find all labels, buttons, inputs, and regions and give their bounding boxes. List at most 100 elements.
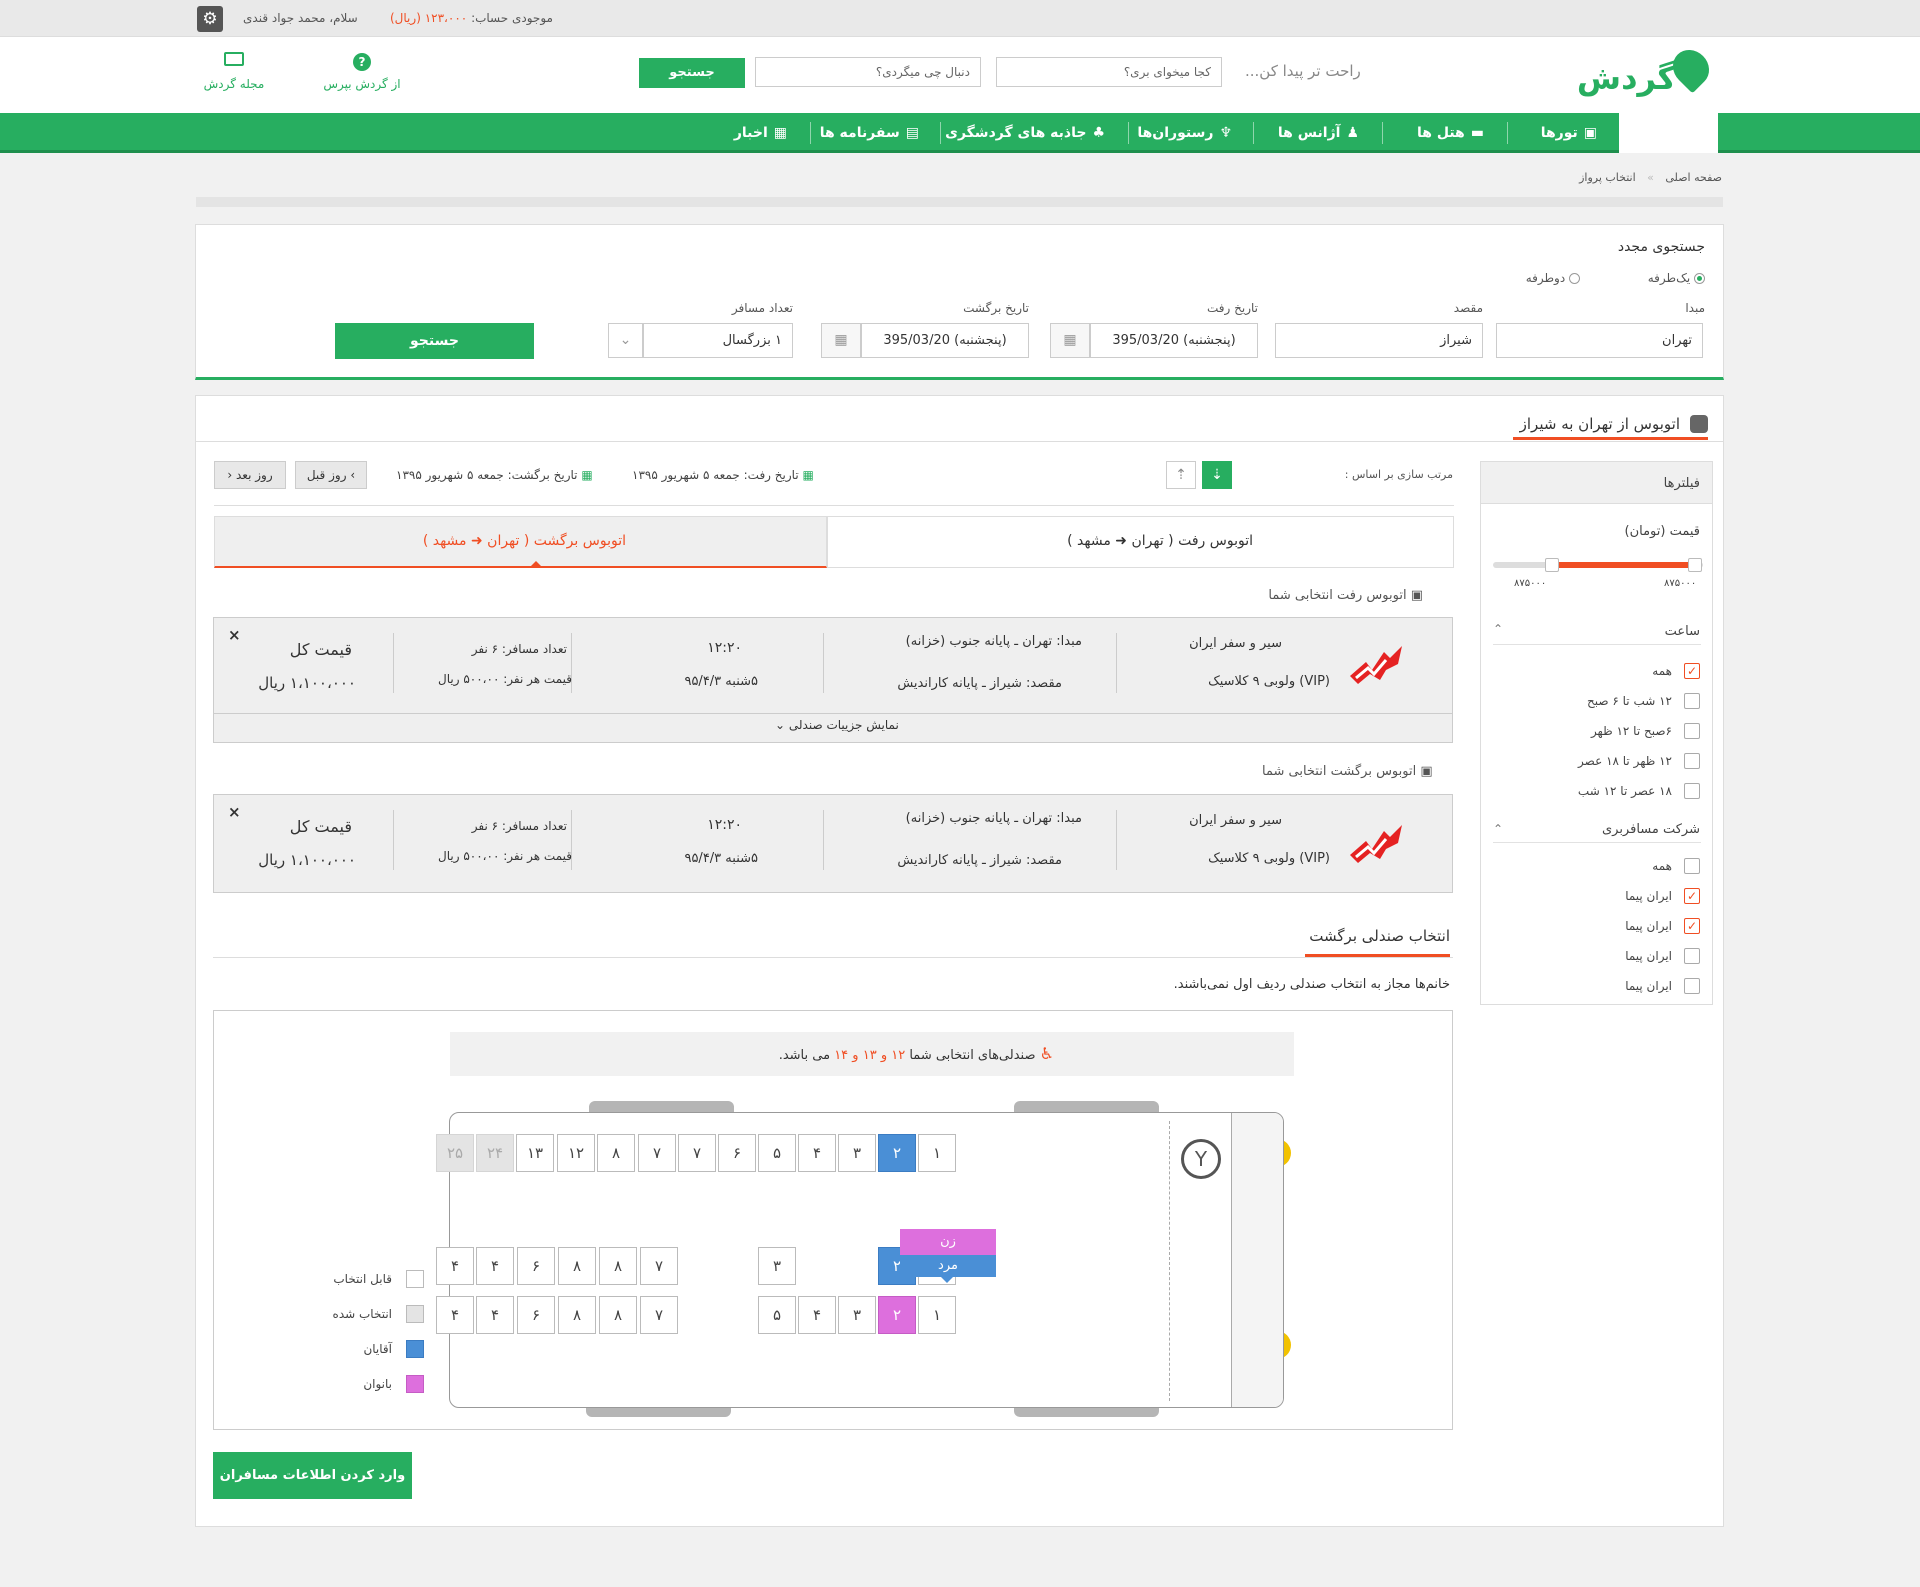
divider — [214, 713, 1452, 714]
oneway-radio[interactable]: یک‌طرفه — [1648, 271, 1705, 285]
magazine-link[interactable]: مجله گردش — [196, 51, 272, 91]
nav-label: هتل ها — [1417, 125, 1465, 141]
company-checkbox[interactable] — [1684, 948, 1700, 964]
tab-outbound[interactable]: اتوبوس رفت ( تهران ➜ مشهد ) — [827, 516, 1454, 568]
site-logo[interactable]: گردش — [1577, 42, 1717, 105]
bus-windshield — [1231, 1113, 1283, 1407]
show-seat-details-link[interactable]: نمایش جزییات صندلی ⌄ — [775, 718, 899, 732]
tab-return[interactable]: اتوبوس برگشت ( تهران ➜ مشهد ) — [214, 516, 827, 568]
breadcrumb-underbar — [196, 197, 1723, 207]
company-checkbox[interactable]: ✓ — [1684, 918, 1700, 934]
breadcrumb-home[interactable]: صفحه اصلی — [1665, 171, 1722, 184]
breadcrumb-separator: » — [1647, 171, 1654, 184]
seat-selected-women[interactable]: ۲ — [878, 1296, 916, 1334]
seat[interactable]: ۴ — [436, 1247, 474, 1285]
destination-input[interactable]: شیراز — [1275, 323, 1483, 358]
research-search-button[interactable]: جستجو — [335, 323, 534, 359]
seat[interactable]: ۸ — [599, 1296, 637, 1334]
nav-item-agencies[interactable]: ♟ آژانس ها — [1278, 113, 1359, 153]
settings-gear-icon[interactable]: ⚙ — [197, 6, 223, 32]
nav-item-tours[interactable]: ▣ تورها — [1541, 113, 1597, 153]
results-title-tab: اتوبوس از تهران به شیراز — [1513, 410, 1708, 440]
seat[interactable]: ۶ — [718, 1134, 756, 1172]
seat[interactable]: ۶ — [517, 1247, 555, 1285]
seat[interactable]: ۱۲ — [557, 1134, 595, 1172]
seat[interactable]: ۳ — [838, 1134, 876, 1172]
time-checkbox[interactable] — [1684, 723, 1700, 739]
seat[interactable]: ۴ — [436, 1296, 474, 1334]
nav-item-restaurants[interactable]: ♆ رستوران‌ها — [1137, 113, 1232, 153]
where-input[interactable]: کجا میخوای بری؟ — [996, 57, 1222, 87]
seat[interactable]: ۸ — [558, 1247, 596, 1285]
seat[interactable]: ۵ — [758, 1296, 796, 1334]
what-input[interactable]: دنبال چی میگردی؟ — [755, 57, 981, 87]
time-checkbox[interactable] — [1684, 753, 1700, 769]
remove-trip-icon[interactable]: × — [228, 626, 241, 644]
remove-trip-icon[interactable]: × — [228, 803, 241, 821]
seat[interactable]: ۱ — [918, 1296, 956, 1334]
sort-desc-icon[interactable]: ⇣ — [1202, 461, 1232, 489]
header-search-button[interactable]: جستجو — [639, 58, 745, 88]
seat[interactable]: ۵ — [758, 1134, 796, 1172]
time-checkbox[interactable] — [1684, 783, 1700, 799]
seat-restriction-note: خانم‌ها مجاز به انتخاب صندلی ردیف اول نم… — [1173, 977, 1450, 992]
legend-swatch-available — [406, 1270, 424, 1288]
seat[interactable]: ۸ — [599, 1247, 637, 1285]
next-day-button[interactable]: روز بعد ‹ — [214, 461, 286, 489]
prev-day-button[interactable]: › روز قبل — [295, 461, 367, 489]
passengers-select[interactable]: ۱ بزرگسال — [643, 323, 793, 358]
seat[interactable]: ۸ — [597, 1134, 635, 1172]
company-checkbox[interactable] — [1684, 978, 1700, 994]
calendar-icon[interactable]: ▦ — [1050, 323, 1090, 358]
radio-button[interactable] — [1694, 273, 1705, 284]
seat[interactable]: ۴ — [798, 1296, 836, 1334]
seat[interactable]: ۷ — [678, 1134, 716, 1172]
seat[interactable]: ۴ — [476, 1296, 514, 1334]
origin-input[interactable]: تهران — [1496, 323, 1703, 358]
ask-link[interactable]: ? از گردش بپرس — [320, 51, 404, 91]
gender-option-female[interactable]: زن — [900, 1229, 996, 1255]
seat[interactable]: ۶ — [517, 1296, 555, 1334]
price-slider-min-handle[interactable] — [1544, 558, 1559, 572]
seat[interactable]: ۴ — [798, 1134, 836, 1172]
enter-passenger-info-button[interactable]: وارد کردن اطلاعات مسافران — [213, 1452, 412, 1499]
seat[interactable]: ۴ — [476, 1247, 514, 1285]
magazine-label: مجله گردش — [203, 77, 265, 91]
seat[interactable]: ۸ — [558, 1296, 596, 1334]
seat[interactable]: ۱۳ — [516, 1134, 554, 1172]
seat[interactable]: ۷ — [640, 1296, 678, 1334]
seat[interactable]: ۷ — [640, 1247, 678, 1285]
chevron-up-icon[interactable]: ⌃ — [1493, 622, 1503, 636]
nav-item-attractions[interactable]: ♣ جاذبه های گردشگری — [945, 113, 1105, 153]
nav-item-news[interactable]: ▦ اخبار — [734, 113, 787, 153]
help-icon: ? — [352, 51, 372, 71]
gender-option-male[interactable]: مرد — [900, 1255, 996, 1277]
divider — [393, 633, 394, 693]
seat[interactable]: ۱ — [918, 1134, 956, 1172]
company-checkbox[interactable]: ✓ — [1684, 888, 1700, 904]
divider — [1116, 810, 1117, 870]
seat[interactable]: ۷ — [638, 1134, 676, 1172]
price-slider-max-handle[interactable] — [1687, 558, 1702, 572]
nav-item-hotels[interactable]: ▬ هتل ها — [1417, 113, 1484, 153]
nav-item-home[interactable]: ⌂ خانه — [1670, 113, 1715, 153]
radio-button[interactable] — [1569, 273, 1580, 284]
time-checkbox[interactable] — [1684, 693, 1700, 709]
nav-item-travelogues[interactable]: ▤ سفرنامه ها — [820, 113, 919, 153]
seat[interactable]: ۳ — [758, 1247, 796, 1285]
company-checkbox-all[interactable] — [1684, 858, 1700, 874]
seat-selected-men[interactable]: ۲ — [878, 1134, 916, 1172]
chevron-up-icon[interactable]: ⌃ — [1493, 822, 1503, 836]
seat[interactable]: ۳ — [838, 1296, 876, 1334]
calendar-icon[interactable]: ▦ — [821, 323, 861, 358]
time-checkbox-all[interactable]: ✓ — [1684, 663, 1700, 679]
price-slider-track[interactable] — [1493, 558, 1703, 572]
nav-divider — [810, 122, 811, 144]
divider — [393, 810, 394, 870]
depart-date-input[interactable]: 395/03/20 (پنجشنبه) — [1090, 323, 1258, 358]
return-date-input[interactable]: 395/03/20 (پنجشنبه) — [861, 323, 1029, 358]
roundtrip-radio[interactable]: دوطرفه — [1526, 271, 1580, 285]
chevron-down-icon[interactable]: ⌄ — [608, 323, 643, 358]
sort-asc-icon[interactable]: ⇡ — [1166, 461, 1196, 489]
balance-label: موجودی حساب: — [471, 11, 553, 25]
